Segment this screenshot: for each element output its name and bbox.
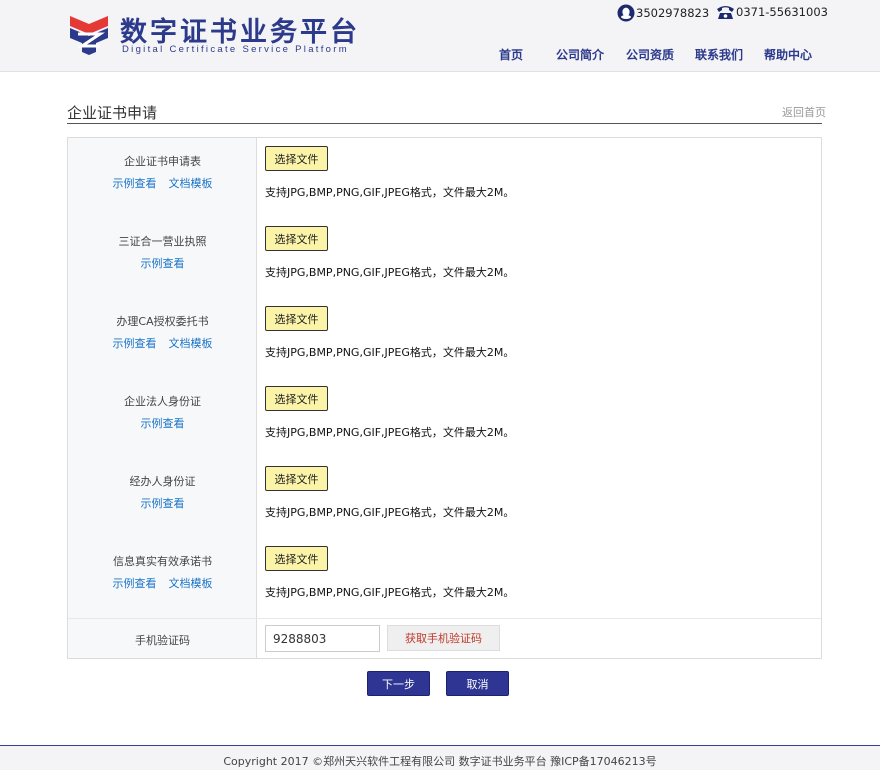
cancel-button[interactable]: 取消 <box>446 671 509 696</box>
form-row-ca-authorization: 办理CA授权委托书 示例查看 文档模板 选择文件 支持JPG,BMP,PNG,GI… <box>68 298 821 378</box>
file-format-hint: 支持JPG,BMP,PNG,GIF,JPEG格式，文件最大2M。 <box>265 506 515 519</box>
title-divider <box>67 123 822 124</box>
application-form: 企业证书申请表 示例查看 文档模板 选择文件 支持JPG,BMP,PNG,GIF,… <box>67 137 822 659</box>
choose-file-button[interactable]: 选择文件 <box>265 226 328 251</box>
form-row-commitment-letter: 信息真实有效承诺书 示例查看 文档模板 选择文件 支持JPG,BMP,PNG,GI… <box>68 538 821 618</box>
form-row-business-license: 三证合一营业执照 示例查看 选择文件 支持JPG,BMP,PNG,GIF,JPE… <box>68 218 821 298</box>
file-format-hint: 支持JPG,BMP,PNG,GIF,JPEG格式，文件最大2M。 <box>265 186 515 199</box>
logo-icon <box>70 16 108 55</box>
qq-number: 3502978823 <box>636 6 710 20</box>
sms-code-row: 手机验证码 获取手机验证码 <box>68 618 821 658</box>
page-title: 企业证书申请 <box>67 104 158 122</box>
nav-home[interactable]: 首页 <box>499 46 523 63</box>
site-footer: Copyright 2017 ©郑州天兴软件工程有限公司 数字证书业务平台 豫I… <box>0 745 880 770</box>
phone-icon <box>717 6 734 19</box>
sms-code-label: 手机验证码 <box>135 634 190 647</box>
next-step-button[interactable]: 下一步 <box>367 671 430 696</box>
choose-file-button[interactable]: 选择文件 <box>265 466 328 491</box>
example-link[interactable]: 示例查看 <box>141 417 185 430</box>
template-link[interactable]: 文档模板 <box>169 337 213 350</box>
site-header: 数字证书业务平台 Digital Certificate Service Pla… <box>0 0 880 72</box>
qq-icon <box>617 4 635 22</box>
file-format-hint: 支持JPG,BMP,PNG,GIF,JPEG格式，文件最大2M。 <box>265 426 515 439</box>
nav-about[interactable]: 公司简介 <box>556 46 604 63</box>
choose-file-button[interactable]: 选择文件 <box>265 306 328 331</box>
row-label: 三证合一营业执照 <box>118 235 207 248</box>
qq-contact: 3502978823 <box>617 4 709 22</box>
phone-number: 0371-55631003 <box>736 5 828 19</box>
row-label: 办理CA授权委托书 <box>116 315 209 328</box>
template-link[interactable]: 文档模板 <box>169 577 213 590</box>
row-links: 示例查看 <box>68 255 257 271</box>
row-links: 示例查看 <box>68 495 257 511</box>
form-row-application-form: 企业证书申请表 示例查看 文档模板 选择文件 支持JPG,BMP,PNG,GIF,… <box>68 138 821 218</box>
file-format-hint: 支持JPG,BMP,PNG,GIF,JPEG格式，文件最大2M。 <box>265 586 515 599</box>
row-label: 信息真实有效承诺书 <box>113 555 212 568</box>
row-links: 示例查看 文档模板 <box>68 335 257 351</box>
nav-qualification[interactable]: 公司资质 <box>626 46 674 63</box>
example-link[interactable]: 示例查看 <box>141 497 185 510</box>
row-links: 示例查看 <box>68 415 257 431</box>
choose-file-button[interactable]: 选择文件 <box>265 546 328 571</box>
example-link[interactable]: 示例查看 <box>113 577 157 590</box>
row-links: 示例查看 文档模板 <box>68 175 257 191</box>
brand-subtitle: Digital Certificate Service Platform <box>122 44 349 55</box>
get-sms-code-button[interactable]: 获取手机验证码 <box>387 625 500 651</box>
back-home-link[interactable]: 返回首页 <box>782 104 826 120</box>
example-link[interactable]: 示例查看 <box>113 337 157 350</box>
choose-file-button[interactable]: 选择文件 <box>265 386 328 411</box>
form-row-legal-rep-id: 企业法人身份证 示例查看 选择文件 支持JPG,BMP,PNG,GIF,JPEG… <box>68 378 821 458</box>
row-label: 企业证书申请表 <box>124 155 201 168</box>
phone-contact: 0371-55631003 <box>716 4 828 20</box>
nav-help[interactable]: 帮助中心 <box>764 46 812 63</box>
sms-code-input[interactable] <box>265 625 380 652</box>
row-links: 示例查看 文档模板 <box>68 575 257 591</box>
template-link[interactable]: 文档模板 <box>169 177 213 190</box>
form-row-agent-id: 经办人身份证 示例查看 选择文件 支持JPG,BMP,PNG,GIF,JPEG格… <box>68 458 821 538</box>
row-label: 企业法人身份证 <box>124 395 201 408</box>
file-format-hint: 支持JPG,BMP,PNG,GIF,JPEG格式，文件最大2M。 <box>265 346 515 359</box>
example-link[interactable]: 示例查看 <box>113 177 157 190</box>
file-format-hint: 支持JPG,BMP,PNG,GIF,JPEG格式，文件最大2M。 <box>265 266 515 279</box>
nav-contact[interactable]: 联系我们 <box>695 46 743 63</box>
choose-file-button[interactable]: 选择文件 <box>265 146 328 171</box>
example-link[interactable]: 示例查看 <box>141 257 185 270</box>
row-label: 经办人身份证 <box>129 475 196 488</box>
